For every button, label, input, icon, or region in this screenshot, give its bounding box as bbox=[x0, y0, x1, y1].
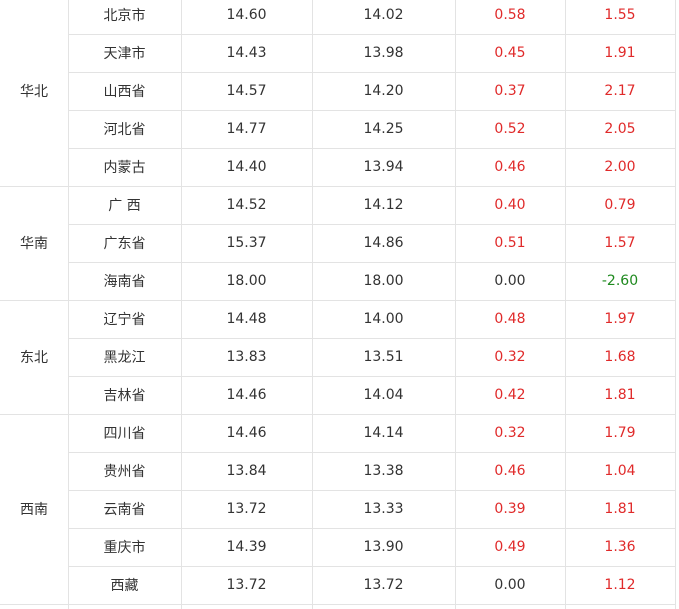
cell-v2: 14.02 bbox=[363, 7, 404, 23]
cell-change: 1.68 bbox=[604, 349, 636, 365]
cell-province: 广东省 bbox=[103, 236, 146, 252]
cell-province: 河北省 bbox=[103, 122, 146, 138]
cell-change: 1.81 bbox=[604, 387, 636, 403]
cell-v1: 13.72 bbox=[226, 577, 267, 593]
cell-diff: 0.58 bbox=[494, 7, 526, 23]
cell-change: 1.36 bbox=[604, 539, 636, 555]
cell-v2: 14.25 bbox=[363, 121, 404, 137]
region-label: 东北 bbox=[20, 350, 48, 366]
cell-change: 1.12 bbox=[604, 577, 636, 593]
cell-change: 0.79 bbox=[604, 197, 636, 213]
cell-diff: 0.48 bbox=[494, 311, 526, 327]
cell-diff: 0.42 bbox=[494, 387, 526, 403]
cell-diff: 0.46 bbox=[494, 159, 526, 175]
cell-v1: 14.77 bbox=[226, 121, 267, 137]
cell-change: 1.55 bbox=[604, 7, 636, 23]
region-label: 西南 bbox=[20, 502, 48, 518]
cell-v2: 14.12 bbox=[363, 197, 404, 213]
grid-vline bbox=[675, 0, 676, 609]
cell-v2: 14.14 bbox=[363, 425, 404, 441]
cell-province: 天津市 bbox=[103, 46, 146, 62]
cell-v2: 13.51 bbox=[363, 349, 404, 365]
cell-province: 辽宁省 bbox=[103, 312, 146, 328]
cell-change: 2.17 bbox=[604, 83, 636, 99]
cell-province: 广 西 bbox=[108, 198, 141, 214]
cell-province: 云南省 bbox=[103, 502, 146, 518]
cell-v1: 13.83 bbox=[226, 349, 267, 365]
cell-province: 贵州省 bbox=[103, 464, 146, 480]
cell-change: 1.79 bbox=[604, 425, 636, 441]
cell-change: 1.57 bbox=[604, 235, 636, 251]
cell-v1: 14.57 bbox=[226, 83, 267, 99]
cell-province: 西藏 bbox=[110, 578, 139, 594]
cell-v1: 14.48 bbox=[226, 311, 267, 327]
cell-v2: 13.90 bbox=[363, 539, 404, 555]
cell-change: 1.97 bbox=[604, 311, 636, 327]
cell-province: 重庆市 bbox=[103, 540, 146, 556]
cell-province: 山西省 bbox=[103, 84, 146, 100]
cell-v1: 14.43 bbox=[226, 45, 267, 61]
cell-v1: 14.39 bbox=[226, 539, 267, 555]
cell-province: 黑龙江 bbox=[103, 350, 146, 366]
cell-diff: 0.39 bbox=[494, 501, 526, 517]
cell-v2: 13.38 bbox=[363, 463, 404, 479]
cell-change: 2.00 bbox=[604, 159, 636, 175]
cell-change: -2.60 bbox=[601, 273, 639, 289]
cell-change: 1.81 bbox=[604, 501, 636, 517]
cell-diff: 0.45 bbox=[494, 45, 526, 61]
cell-v1: 14.46 bbox=[226, 387, 267, 403]
cell-diff: 0.00 bbox=[494, 273, 526, 289]
cell-province: 海南省 bbox=[103, 274, 146, 290]
group-separator bbox=[0, 604, 676, 605]
cell-province: 吉林省 bbox=[103, 388, 146, 404]
cell-v1: 18.00 bbox=[226, 273, 267, 289]
cell-v1: 14.52 bbox=[226, 197, 267, 213]
cell-province: 北京市 bbox=[103, 8, 146, 24]
cell-v2: 14.86 bbox=[363, 235, 404, 251]
cell-diff: 0.32 bbox=[494, 425, 526, 441]
cell-v2: 13.72 bbox=[363, 577, 404, 593]
price-table: 北京市 14.60 14.02 0.58 1.55 天津市 14.43 13.98 0.45 1.… bbox=[0, 0, 679, 609]
cell-v1: 14.60 bbox=[226, 7, 267, 23]
cell-v1: 14.40 bbox=[226, 159, 267, 175]
cell-v2: 14.00 bbox=[363, 311, 404, 327]
cell-change: 2.05 bbox=[604, 121, 636, 137]
cell-diff: 0.32 bbox=[494, 349, 526, 365]
cell-v1: 13.72 bbox=[226, 501, 267, 517]
cell-v2: 14.20 bbox=[363, 83, 404, 99]
cell-v2: 13.98 bbox=[363, 45, 404, 61]
cell-diff: 0.46 bbox=[494, 463, 526, 479]
cell-change: 1.04 bbox=[604, 463, 636, 479]
cell-v2: 14.04 bbox=[363, 387, 404, 403]
cell-diff: 0.51 bbox=[494, 235, 526, 251]
region-label: 华北 bbox=[20, 84, 48, 100]
cell-v2: 18.00 bbox=[363, 273, 404, 289]
cell-v2: 13.33 bbox=[363, 501, 404, 517]
cell-diff: 0.52 bbox=[494, 121, 526, 137]
cell-province: 内蒙古 bbox=[103, 160, 146, 176]
cell-diff: 0.49 bbox=[494, 539, 526, 555]
region-label: 华南 bbox=[20, 236, 48, 252]
cell-v2: 13.94 bbox=[363, 159, 404, 175]
cell-change: 1.91 bbox=[604, 45, 636, 61]
cell-diff: 0.40 bbox=[494, 197, 526, 213]
cell-diff: 0.37 bbox=[494, 83, 526, 99]
cell-v1: 15.37 bbox=[226, 235, 267, 251]
cell-province: 四川省 bbox=[103, 426, 146, 442]
cell-diff: 0.00 bbox=[494, 577, 526, 593]
cell-v1: 14.46 bbox=[226, 425, 267, 441]
cell-v1: 13.84 bbox=[226, 463, 267, 479]
